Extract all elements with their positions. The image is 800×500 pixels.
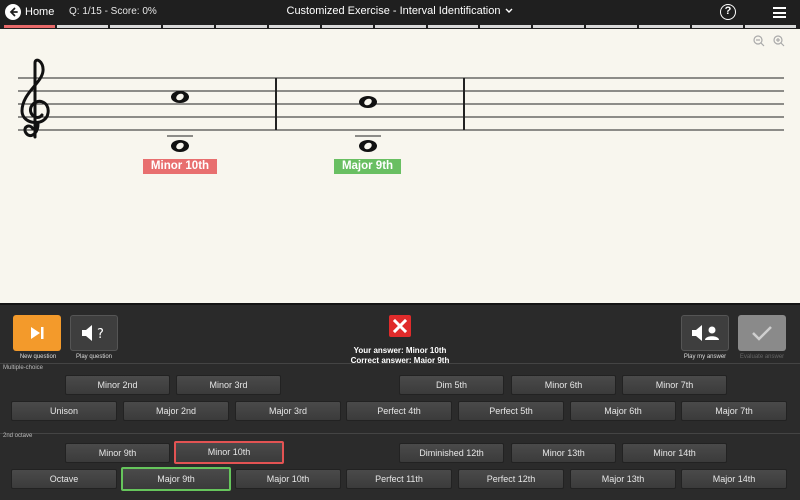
answer-major-14th[interactable]: Major 14th bbox=[681, 469, 787, 489]
interval-label-badge-2: Major 9th bbox=[334, 159, 401, 174]
progress-segment bbox=[480, 25, 532, 28]
whole-note bbox=[171, 140, 189, 152]
progress-segment bbox=[374, 25, 426, 28]
evaluate-answer-caption: Evaluate answer bbox=[739, 354, 785, 360]
answer-minor-10th-selected-wrong[interactable]: Minor 10th bbox=[174, 441, 284, 464]
question-score-status: Q: 1/15 - Score: 0% bbox=[69, 6, 157, 17]
progress-segment bbox=[427, 25, 479, 28]
answer-major-2nd[interactable]: Major 2nd bbox=[123, 401, 229, 421]
whole-note bbox=[359, 140, 377, 152]
answer-panel: Multiple-choice Minor 2nd Minor 3rd Dim … bbox=[0, 363, 800, 500]
answer-major-3rd[interactable]: Major 3rd bbox=[235, 401, 341, 421]
new-question-button[interactable] bbox=[13, 315, 61, 351]
progress-segment bbox=[162, 25, 214, 28]
control-strip: New question ? Play question Your answer… bbox=[0, 303, 800, 366]
incorrect-x-icon bbox=[389, 315, 411, 337]
answer-unison[interactable]: Unison bbox=[11, 401, 117, 421]
answer-minor-9th[interactable]: Minor 9th bbox=[65, 443, 170, 463]
progress-segment bbox=[639, 25, 691, 28]
progress-segment bbox=[321, 25, 373, 28]
evaluate-answer-button[interactable] bbox=[738, 315, 786, 351]
answer-minor-6th[interactable]: Minor 6th bbox=[511, 375, 616, 395]
progress-segment bbox=[4, 25, 55, 28]
speaker-question-icon: ? bbox=[82, 325, 104, 342]
whole-note bbox=[359, 96, 377, 108]
notation-area: Minor 10th Major 9th bbox=[0, 29, 800, 303]
home-label: Home bbox=[25, 6, 55, 18]
checkmark-icon bbox=[752, 326, 772, 341]
help-icon[interactable]: ? bbox=[720, 4, 736, 20]
progress-segment bbox=[215, 25, 267, 28]
section-label-2nd-octave: 2nd octave bbox=[3, 433, 33, 439]
answer-minor-7th[interactable]: Minor 7th bbox=[622, 375, 727, 395]
answer-minor-3rd[interactable]: Minor 3rd bbox=[176, 375, 281, 395]
answer-major-10th[interactable]: Major 10th bbox=[235, 469, 341, 489]
home-button[interactable]: Home bbox=[5, 3, 54, 21]
answer-feedback: Your answer: Minor 10th Correct answer: … bbox=[300, 315, 500, 366]
answer-minor-14th[interactable]: Minor 14th bbox=[622, 443, 727, 463]
answer-major-6th[interactable]: Major 6th bbox=[570, 401, 676, 421]
answer-perfect-11th[interactable]: Perfect 11th bbox=[346, 469, 452, 489]
exercise-title-dropdown[interactable]: Customized Exercise - Interval Identific… bbox=[287, 5, 514, 17]
top-bar: Home Q: 1/15 - Score: 0% Customized Exer… bbox=[0, 0, 800, 24]
answer-minor-2nd[interactable]: Minor 2nd bbox=[65, 375, 170, 395]
treble-clef-icon bbox=[20, 58, 50, 139]
play-question-button[interactable]: ? bbox=[70, 315, 118, 351]
svg-text:?: ? bbox=[97, 327, 104, 342]
back-arrow-icon bbox=[5, 4, 21, 20]
progress-segment bbox=[692, 25, 744, 28]
answer-perfect-4th[interactable]: Perfect 4th bbox=[346, 401, 452, 421]
answer-octave[interactable]: Octave bbox=[11, 469, 117, 489]
hamburger-menu-icon[interactable] bbox=[773, 7, 786, 18]
answer-dim-5th[interactable]: Dim 5th bbox=[399, 375, 504, 395]
your-answer-text: Your answer: Minor 10th bbox=[353, 346, 447, 355]
play-question-caption: Play question bbox=[75, 354, 113, 360]
answer-diminished-12th[interactable]: Diminished 12th bbox=[399, 443, 504, 463]
answer-minor-13th[interactable]: Minor 13th bbox=[511, 443, 616, 463]
whole-note bbox=[171, 91, 189, 103]
progress-segment bbox=[533, 25, 585, 28]
exercise-title: Customized Exercise - Interval Identific… bbox=[286, 5, 501, 17]
skip-next-icon bbox=[31, 327, 44, 339]
play-my-answer-button[interactable] bbox=[681, 315, 729, 351]
answer-perfect-5th[interactable]: Perfect 5th bbox=[458, 401, 564, 421]
answer-major-9th-correct[interactable]: Major 9th bbox=[121, 467, 231, 491]
chevron-down-icon bbox=[505, 8, 513, 13]
progress-segment bbox=[109, 25, 161, 28]
section-label-multiple-choice: Multiple-choice bbox=[3, 365, 44, 371]
answer-major-7th[interactable]: Major 7th bbox=[681, 401, 787, 421]
progress-segment bbox=[586, 25, 638, 28]
speaker-person-icon bbox=[692, 325, 719, 341]
answer-perfect-12th[interactable]: Perfect 12th bbox=[458, 469, 564, 489]
progress-segment bbox=[268, 25, 320, 28]
answer-major-13th[interactable]: Major 13th bbox=[570, 469, 676, 489]
progress-segment bbox=[56, 25, 108, 28]
progress-segment bbox=[745, 25, 797, 28]
interval-label-badge-1: Minor 10th bbox=[143, 159, 217, 174]
